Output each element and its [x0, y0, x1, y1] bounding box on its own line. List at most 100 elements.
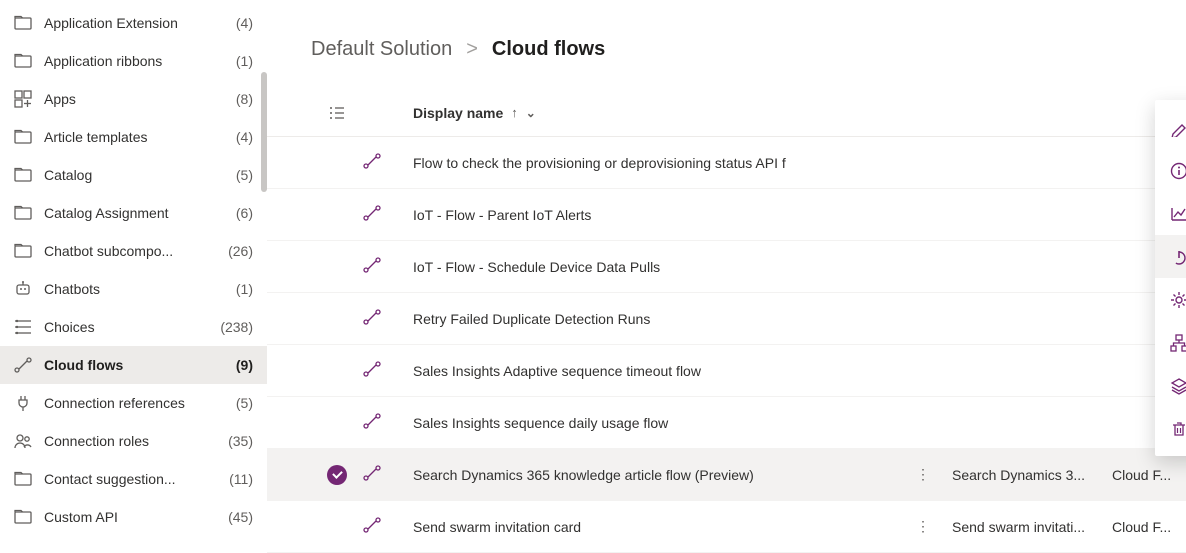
sidebar-item-connection-roles[interactable]: Connection roles (35): [0, 422, 267, 460]
row-type: Cloud F...: [1112, 519, 1186, 535]
flow-icon: [363, 152, 381, 173]
row-selected-indicator[interactable]: [327, 465, 347, 485]
sidebar-item-label: Article templates: [44, 129, 226, 145]
main-content: Default Solution > Cloud flows Display n…: [267, 0, 1186, 549]
chevron-down-icon[interactable]: ⌄: [526, 106, 536, 120]
table-row[interactable]: Send swarm invitation card⋮ Send swarm i…: [267, 501, 1186, 553]
sidebar-item-chatbots[interactable]: Chatbots (1): [0, 270, 267, 308]
sidebar-item-article-templates[interactable]: Article templates (4): [0, 118, 267, 156]
sort-ascending-icon: ↑: [511, 105, 518, 120]
table-row[interactable]: IoT - Flow - Schedule Device Data Pulls: [267, 241, 1186, 293]
plug-icon: [14, 394, 32, 412]
sidebar-item-apps[interactable]: Apps (8): [0, 80, 267, 118]
breadcrumb-separator: >: [466, 38, 478, 61]
sidebar-item-count: (4): [236, 15, 253, 31]
sidebar-item-label: Chatbots: [44, 281, 226, 297]
bot-icon: [14, 280, 32, 298]
sidebar-item-catalog-assignment[interactable]: Catalog Assignment (6): [0, 194, 267, 232]
table-row[interactable]: Sales Insights sequence daily usage flow: [267, 397, 1186, 449]
table-row[interactable]: Flow to check the provisioning or deprov…: [267, 137, 1186, 189]
folder-icon: [14, 242, 32, 260]
select-all-column[interactable]: [311, 104, 363, 122]
row-display-name[interactable]: IoT - Flow - Schedule Device Data Pulls: [413, 259, 1186, 275]
folder-icon: [14, 14, 32, 32]
row-actions-menu[interactable]: ⋮: [894, 466, 952, 483]
sidebar-item-label: Connection roles: [44, 433, 218, 449]
row-display-name[interactable]: Retry Failed Duplicate Detection Runs: [413, 311, 1186, 327]
flow-icon: [363, 412, 381, 433]
row-display-name[interactable]: Flow to check the provisioning or deprov…: [413, 155, 1186, 171]
folder-icon: [14, 166, 32, 184]
sidebar-item-label: Catalog Assignment: [44, 205, 226, 221]
sidebar-item-count: (35): [228, 433, 253, 449]
menu-item-see-analytics[interactable]: See analytics: [1155, 192, 1186, 235]
flow-icon: [363, 204, 381, 225]
flow-icon: [363, 360, 381, 381]
row-display-name[interactable]: Sales Insights Adaptive sequence timeout…: [413, 363, 1186, 379]
row-display-name[interactable]: Search Dynamics 365 knowledge article fl…: [413, 467, 894, 483]
gear-icon: [1169, 290, 1186, 310]
people-icon: [14, 432, 32, 450]
folder-icon: [14, 508, 32, 526]
row-display-name[interactable]: Sales Insights sequence daily usage flow: [413, 415, 1186, 431]
row-display-name[interactable]: Send swarm invitation card: [413, 519, 894, 535]
sidebar-item-application-ribbons[interactable]: Application ribbons (1): [0, 42, 267, 80]
table-row[interactable]: Retry Failed Duplicate Detection Runs: [267, 293, 1186, 345]
power-icon: [1169, 247, 1186, 267]
table-row[interactable]: Search Dynamics 365 knowledge article fl…: [267, 449, 1186, 501]
sidebar-item-count: (9): [236, 357, 253, 373]
flow-icon: [363, 516, 381, 537]
menu-item-see-solution-layers[interactable]: See solution layers: [1155, 364, 1186, 407]
row-type: Cloud F...: [1112, 467, 1186, 483]
menu-item-delete-from-this-environment: Delete from this environment: [1155, 407, 1186, 450]
table-row[interactable]: IoT - Flow - Parent IoT Alerts: [267, 189, 1186, 241]
sidebar-item-label: Application Extension: [44, 15, 226, 31]
menu-item-edit[interactable]: Edit〉: [1155, 106, 1186, 149]
sidebar-item-label: Connection references: [44, 395, 226, 411]
flow-icon: [363, 256, 381, 277]
sidebar-item-count: (5): [236, 395, 253, 411]
breadcrumb-root[interactable]: Default Solution: [311, 38, 452, 61]
sidebar-item-cloud-flows[interactable]: Cloud flows (9): [0, 346, 267, 384]
column-display-name[interactable]: Display name ↑ ⌄: [413, 105, 536, 121]
sidebar-item-count: (1): [236, 281, 253, 297]
menu-item-turn-on[interactable]: Turn on: [1155, 235, 1186, 278]
menu-item-show-dependencies[interactable]: Show dependencies: [1155, 321, 1186, 364]
sidebar-item-label: Catalog: [44, 167, 226, 183]
row-actions-menu[interactable]: ⋮: [894, 518, 952, 535]
sidebar-item-catalog[interactable]: Catalog (5): [0, 156, 267, 194]
table-header: Display name ↑ ⌄: [267, 89, 1186, 137]
folder-icon: [14, 128, 32, 146]
choices-icon: [14, 318, 32, 336]
folder-icon: [14, 204, 32, 222]
sidebar-item-chatbot-subcompo[interactable]: Chatbot subcompo... (26): [0, 232, 267, 270]
row-name-secondary: Search Dynamics 3...: [952, 467, 1112, 483]
table-row[interactable]: Sales Insights Adaptive sequence timeout…: [267, 345, 1186, 397]
info-icon: [1169, 161, 1186, 181]
sidebar-item-application-extension[interactable]: Application Extension (4): [0, 4, 267, 42]
sidebar-item-count: (8): [236, 91, 253, 107]
breadcrumb: Default Solution > Cloud flows: [267, 0, 1186, 61]
edit-icon: [1169, 118, 1186, 138]
sidebar-item-label: Contact suggestion...: [44, 471, 219, 487]
flow-icon: [14, 356, 32, 374]
menu-item-details[interactable]: Details〉: [1155, 149, 1186, 192]
sidebar-item-choices[interactable]: Choices (238): [0, 308, 267, 346]
sidebar-item-label: Apps: [44, 91, 226, 107]
sidebar-item-label: Choices: [44, 319, 210, 335]
sidebar-item-label: Application ribbons: [44, 53, 226, 69]
sidebar-item-contact-suggestion[interactable]: Contact suggestion... (11): [0, 460, 267, 498]
layers-icon: [1169, 376, 1186, 396]
sidebar-item-count: (4): [236, 129, 253, 145]
row-display-name[interactable]: IoT - Flow - Parent IoT Alerts: [413, 207, 1186, 223]
sidebar-item-label: Cloud flows: [44, 357, 226, 373]
sidebar-item-custom-api[interactable]: Custom API (45): [0, 498, 267, 536]
sidebar-item-count: (1): [236, 53, 253, 69]
sidebar: Application Extension (4) Application ri…: [0, 0, 267, 549]
sidebar-item-count: (238): [220, 319, 253, 335]
sidebar-item-count: (6): [236, 205, 253, 221]
menu-item-managed-properties[interactable]: Managed properties: [1155, 278, 1186, 321]
sidebar-item-connection-references[interactable]: Connection references (5): [0, 384, 267, 422]
sidebar-item-count: (26): [228, 243, 253, 259]
sidebar-item-count: (45): [228, 509, 253, 525]
